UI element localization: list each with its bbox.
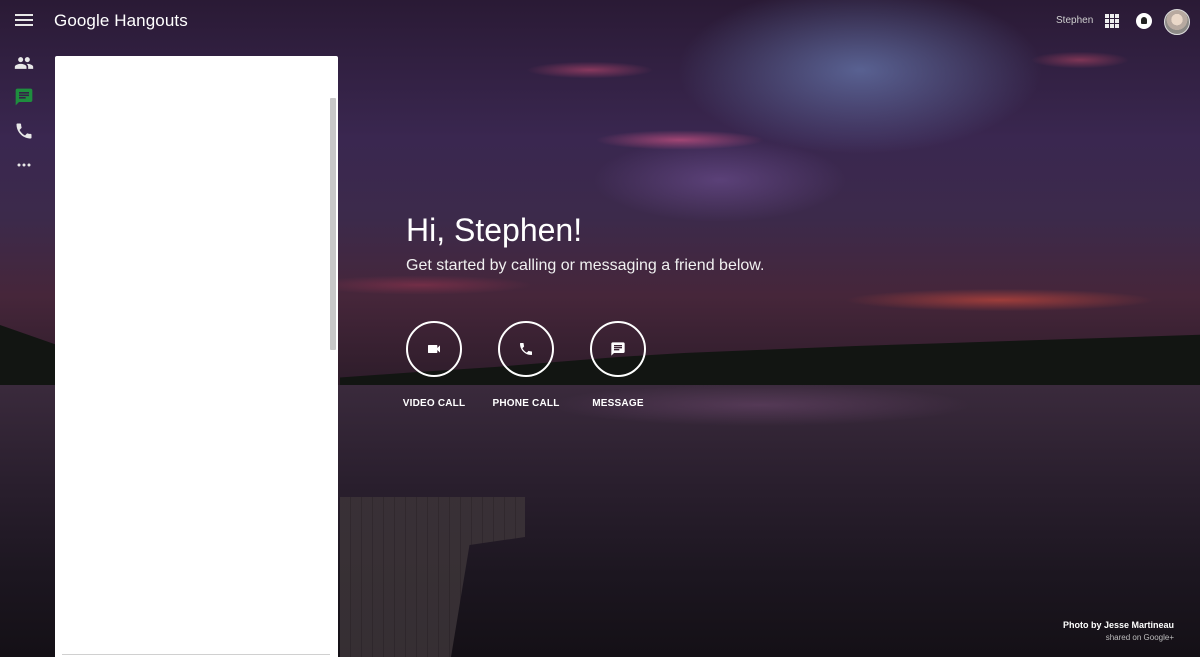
notifications-icon[interactable] xyxy=(1136,13,1152,29)
menu-icon[interactable] xyxy=(14,11,34,31)
phone-call-button[interactable] xyxy=(498,321,554,377)
user-name[interactable]: Stephen xyxy=(1056,15,1093,26)
photo-credit: Photo by Jesse Martineau shared on Googl… xyxy=(1063,620,1174,642)
phone-icon xyxy=(520,343,532,355)
avatar[interactable] xyxy=(1164,9,1190,35)
apps-grid-icon[interactable] xyxy=(1105,14,1119,28)
chat-icon[interactable] xyxy=(14,87,34,107)
videocam-icon xyxy=(428,345,440,353)
conversation-panel[interactable] xyxy=(55,56,338,657)
more-icon[interactable] xyxy=(14,155,34,175)
message-icon xyxy=(611,342,625,356)
video-call-label[interactable]: VIDEO CALL xyxy=(384,398,484,409)
photo-credit-source: shared on Google+ xyxy=(1105,633,1174,642)
photo-credit-author[interactable]: Photo by Jesse Martineau xyxy=(1063,620,1174,630)
app-title: Google Hangouts xyxy=(54,11,188,30)
panel-scrollbar[interactable] xyxy=(330,98,336,350)
video-call-button[interactable] xyxy=(406,321,462,377)
subtitle: Get started by calling or messaging a fr… xyxy=(406,257,765,274)
phone-call-label[interactable]: PHONE CALL xyxy=(476,398,576,409)
phone-icon[interactable] xyxy=(14,121,34,141)
message-label[interactable]: MESSAGE xyxy=(568,398,668,409)
panel-divider xyxy=(62,654,330,655)
greeting: Hi, Stephen! xyxy=(406,212,583,248)
top-bar: Google Hangouts Stephen xyxy=(0,0,1200,42)
message-button[interactable] xyxy=(590,321,646,377)
people-icon[interactable] xyxy=(14,53,34,73)
